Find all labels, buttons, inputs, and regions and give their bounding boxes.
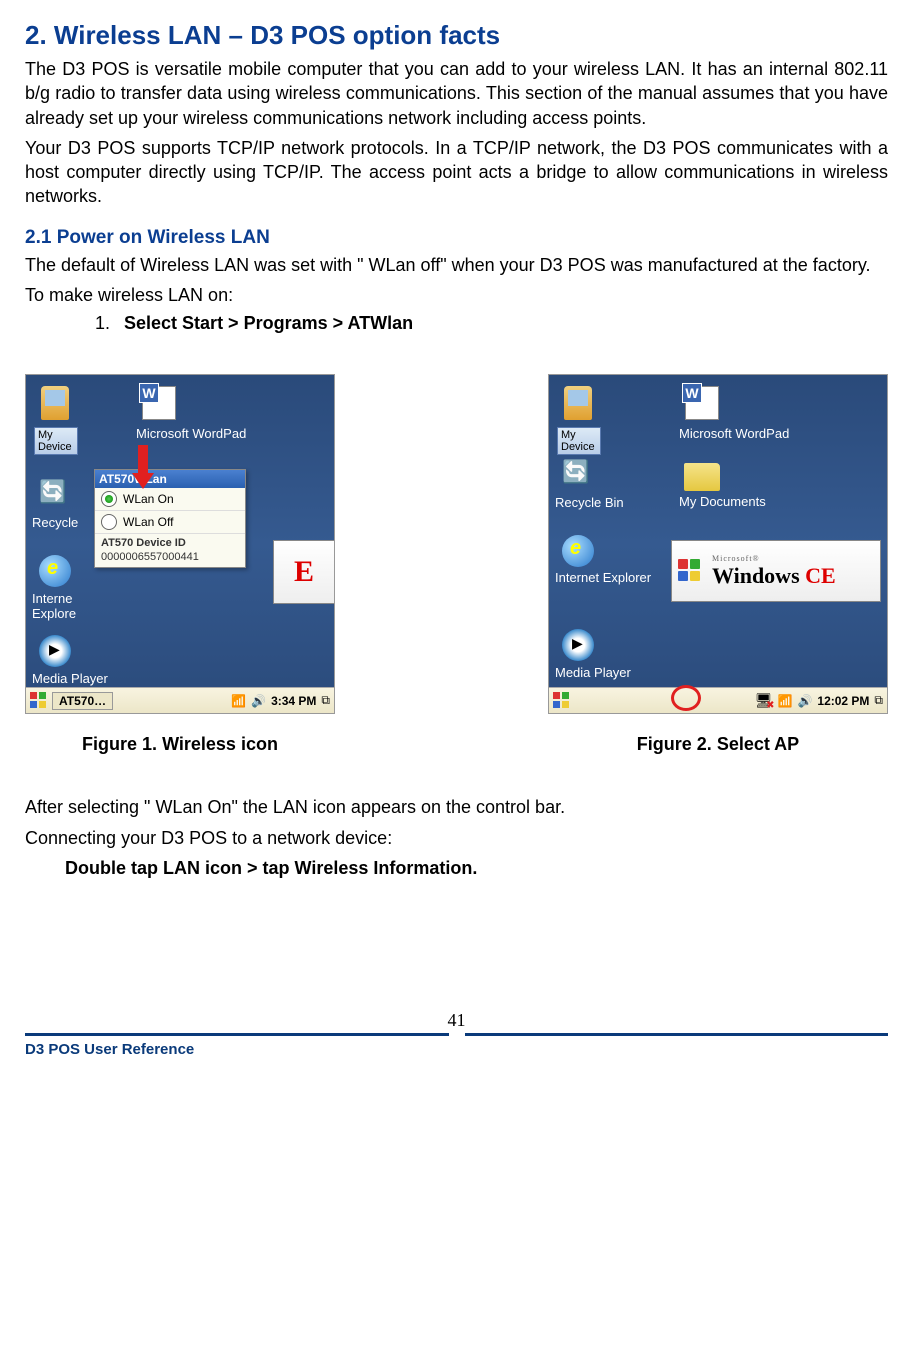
windows-ce-text: Windows CE — [712, 563, 880, 589]
pda-icon2 — [555, 383, 601, 423]
media-label2: Media Player — [555, 665, 631, 680]
windows-ce-badge-cut: E — [273, 540, 334, 604]
recycle-icon — [32, 475, 78, 515]
popup-title: AT570WLan — [95, 470, 245, 488]
tray-net-icon2: 📶 — [777, 694, 792, 708]
figure-1-caption: Figure 1. Wireless icon — [82, 734, 278, 755]
tray-desktop-icon2: ⧉ — [874, 693, 883, 708]
radio-off-icon — [101, 514, 117, 530]
media-icon2 — [555, 625, 601, 665]
figure-2-caption: Figure 2. Select AP — [637, 734, 799, 755]
footer-rule — [25, 1033, 888, 1036]
after-figures-block: After selecting " WLan On" the LAN icon … — [25, 795, 888, 880]
ie-label-1: Interne — [32, 591, 78, 606]
recycle-label2: Recycle Bin — [555, 495, 624, 510]
red-arrow-annotation — [132, 445, 154, 489]
tray-net-icon: 📶 — [231, 694, 246, 708]
start-icon — [30, 692, 48, 710]
taskbar: AT570… 📶 🔊 3:34 PM ⧉ — [26, 687, 334, 713]
my-device-label: My Device — [34, 427, 78, 455]
tray-sound-icon2: 🔊 — [797, 694, 812, 708]
device-id-label: AT570 Device ID — [101, 537, 239, 550]
start-icon2 — [553, 692, 571, 710]
intro-paragraph-1: The D3 POS is versatile mobile computer … — [25, 57, 888, 130]
figure-2-col: My Device Recycle Bin Internet Explorer … — [548, 374, 888, 755]
after-text-3: Double tap LAN icon > tap Wireless Infor… — [25, 856, 888, 880]
media-row — [32, 631, 108, 671]
page-footer: 41 D3 POS User Reference — [25, 1010, 888, 1058]
system-tray2: 🖥 ✖ 📶 🔊 12:02 PM ⧉ — [755, 692, 883, 709]
figure-1-screen: My Device Microsoft WordPad Recycle — [25, 374, 335, 714]
ie-label-2: Explore — [32, 606, 78, 621]
taskbar2: 🖥 ✖ 📶 🔊 12:02 PM ⧉ — [549, 687, 887, 713]
tray-wlan-icon: 🖥 ✖ — [755, 692, 773, 709]
recycle-icon2 — [555, 455, 601, 495]
atwlan-popup: AT570WLan WLan On WLan Off AT570 Device … — [94, 469, 246, 567]
device-id-value: 0000006557000441 — [101, 551, 239, 564]
pda-icon — [32, 383, 78, 423]
tray-clock: 3:34 PM — [271, 694, 316, 708]
taskbar-app-button: AT570… — [52, 692, 113, 710]
after-text-2: Connecting your D3 POS to a network devi… — [25, 826, 888, 850]
wlan-off-label: WLan Off — [123, 515, 173, 529]
subsection-heading: 2.1 Power on Wireless LAN — [25, 227, 888, 249]
mydocs-label: My Documents — [679, 495, 766, 509]
wordpad-row2 — [679, 383, 789, 423]
ie-icon — [32, 551, 78, 591]
intro-paragraph-2: Your D3 POS supports TCP/IP network prot… — [25, 136, 888, 209]
wlan-default-text: The default of Wireless LAN was set with… — [25, 253, 888, 277]
after-text-1: After selecting " WLan On" the LAN icon … — [25, 795, 888, 819]
microsoft-text: Microsoft® — [712, 554, 880, 563]
device-id-block: AT570 Device ID 0000006557000441 — [95, 534, 245, 566]
system-tray: 📶 🔊 3:34 PM ⧉ — [231, 693, 330, 708]
my-device-icon — [32, 383, 78, 423]
my-device-label2: My Device — [557, 427, 601, 455]
ordered-list: 1. Select Start > Programs > ATWlan — [25, 313, 888, 334]
wlan-on-label: WLan On — [123, 492, 174, 506]
windows-flag-icon — [678, 559, 702, 583]
wordpad-icon-row — [136, 383, 246, 423]
windows-ce-badge: Microsoft® Windows CE — [671, 540, 881, 602]
wlan-on-option: WLan On — [95, 488, 245, 511]
ie-row2 — [555, 531, 651, 571]
wordpad-icon — [136, 383, 182, 423]
media-icon — [32, 631, 78, 671]
windows-word: Windows — [712, 563, 800, 588]
ie-row — [32, 551, 78, 591]
ce-word: CE — [800, 563, 836, 588]
section-heading: 2. Wireless LAN – D3 POS option facts — [25, 20, 888, 51]
list-item-1: Select Start > Programs > ATWlan — [124, 313, 413, 333]
wlan-enable-text: To make wireless LAN on: — [25, 283, 888, 307]
footer-reference: D3 POS User Reference — [25, 1041, 888, 1058]
mydocs-row — [679, 455, 766, 495]
recycle-row2 — [555, 455, 624, 495]
figure-2-screen: My Device Recycle Bin Internet Explorer … — [548, 374, 888, 714]
wlan-off-option: WLan Off — [95, 511, 245, 534]
ie-icon2 — [555, 531, 601, 571]
tray-clock2: 12:02 PM — [817, 694, 869, 708]
wordpad-label: Microsoft WordPad — [136, 427, 246, 441]
radio-on-icon — [101, 491, 117, 507]
folder-icon — [679, 455, 725, 495]
recycle-row — [32, 475, 78, 515]
figures-row: My Device Microsoft WordPad Recycle — [25, 374, 888, 755]
wordpad-label2: Microsoft WordPad — [679, 427, 789, 441]
page-number: 41 — [25, 1010, 888, 1031]
tray-sound-icon: 🔊 — [251, 694, 266, 708]
recycle-label: Recycle — [32, 515, 78, 530]
my-device-icon2 — [555, 383, 601, 423]
media-row2 — [555, 625, 631, 665]
tray-desktop-icon: ⧉ — [321, 693, 330, 708]
ie-label2: Internet Explorer — [555, 571, 651, 585]
wordpad-icon2 — [679, 383, 725, 423]
list-number: 1. — [95, 313, 119, 334]
figure-1-col: My Device Microsoft WordPad Recycle — [25, 374, 335, 755]
media-label: Media Player — [32, 671, 108, 686]
